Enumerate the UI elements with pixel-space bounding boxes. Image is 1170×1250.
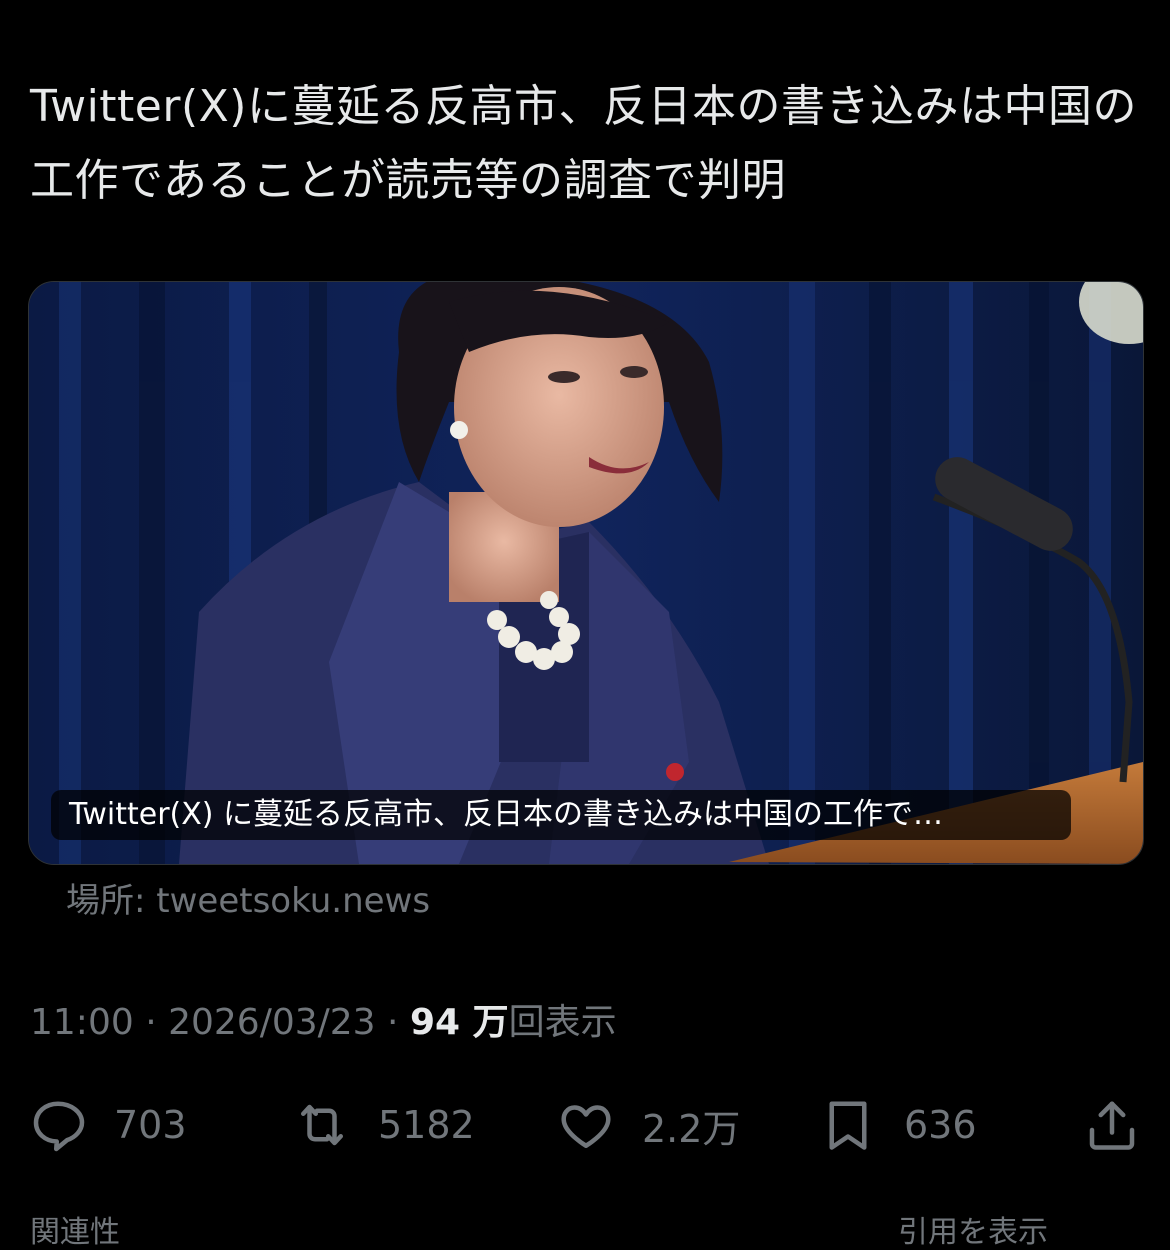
relevance-label[interactable]: 関連性 — [30, 1218, 120, 1248]
retweet-count: 5182 — [378, 1103, 475, 1147]
bookmark-count: 636 — [904, 1103, 977, 1147]
like-button[interactable]: 2.2万 — [556, 1090, 740, 1160]
bookmark-icon — [818, 1095, 878, 1155]
like-count: 2.2万 — [642, 1106, 741, 1151]
reply-button[interactable]: 703 — [28, 1090, 187, 1160]
tweet-time[interactable]: 11:00 — [30, 1002, 134, 1043]
bookmark-button[interactable]: 636 — [818, 1090, 977, 1160]
meta-separator: · — [375, 1002, 410, 1043]
retweet-icon — [292, 1095, 352, 1155]
views-count: 94 万 — [409, 1002, 509, 1043]
views-label: 回表示 — [508, 1002, 617, 1043]
heart-icon — [556, 1095, 616, 1155]
action-bar: 703 5182 2.2万 636 — [0, 1090, 1170, 1160]
card-caption: Twitter(X) に蔓延る反高市、反日本の書き込みは中国の工作で… — [51, 790, 1071, 840]
card-image — [29, 282, 1143, 864]
reply-count: 703 — [114, 1103, 187, 1147]
tweet-date[interactable]: 2026/03/23 — [168, 1002, 376, 1043]
meta-separator: · — [133, 1002, 169, 1043]
tweet-text: Twitter(X)に蔓延る反高市、反日本の書き込みは中国の工作であることが読売… — [30, 81, 1137, 206]
view-quotes-link[interactable]: 引用を表示 — [898, 1218, 1048, 1248]
retweet-button[interactable]: 5182 — [292, 1090, 475, 1160]
tweet-meta: 11:00 · 2026/03/23 · 94 万回表示 — [30, 996, 617, 1050]
share-icon — [1082, 1095, 1142, 1155]
share-button[interactable] — [1082, 1090, 1142, 1160]
link-card[interactable]: Twitter(X) に蔓延る反高市、反日本の書き込みは中国の工作で… — [28, 281, 1144, 865]
reply-icon — [28, 1095, 88, 1155]
card-source[interactable]: 場所: tweetsoku.news — [66, 876, 430, 926]
